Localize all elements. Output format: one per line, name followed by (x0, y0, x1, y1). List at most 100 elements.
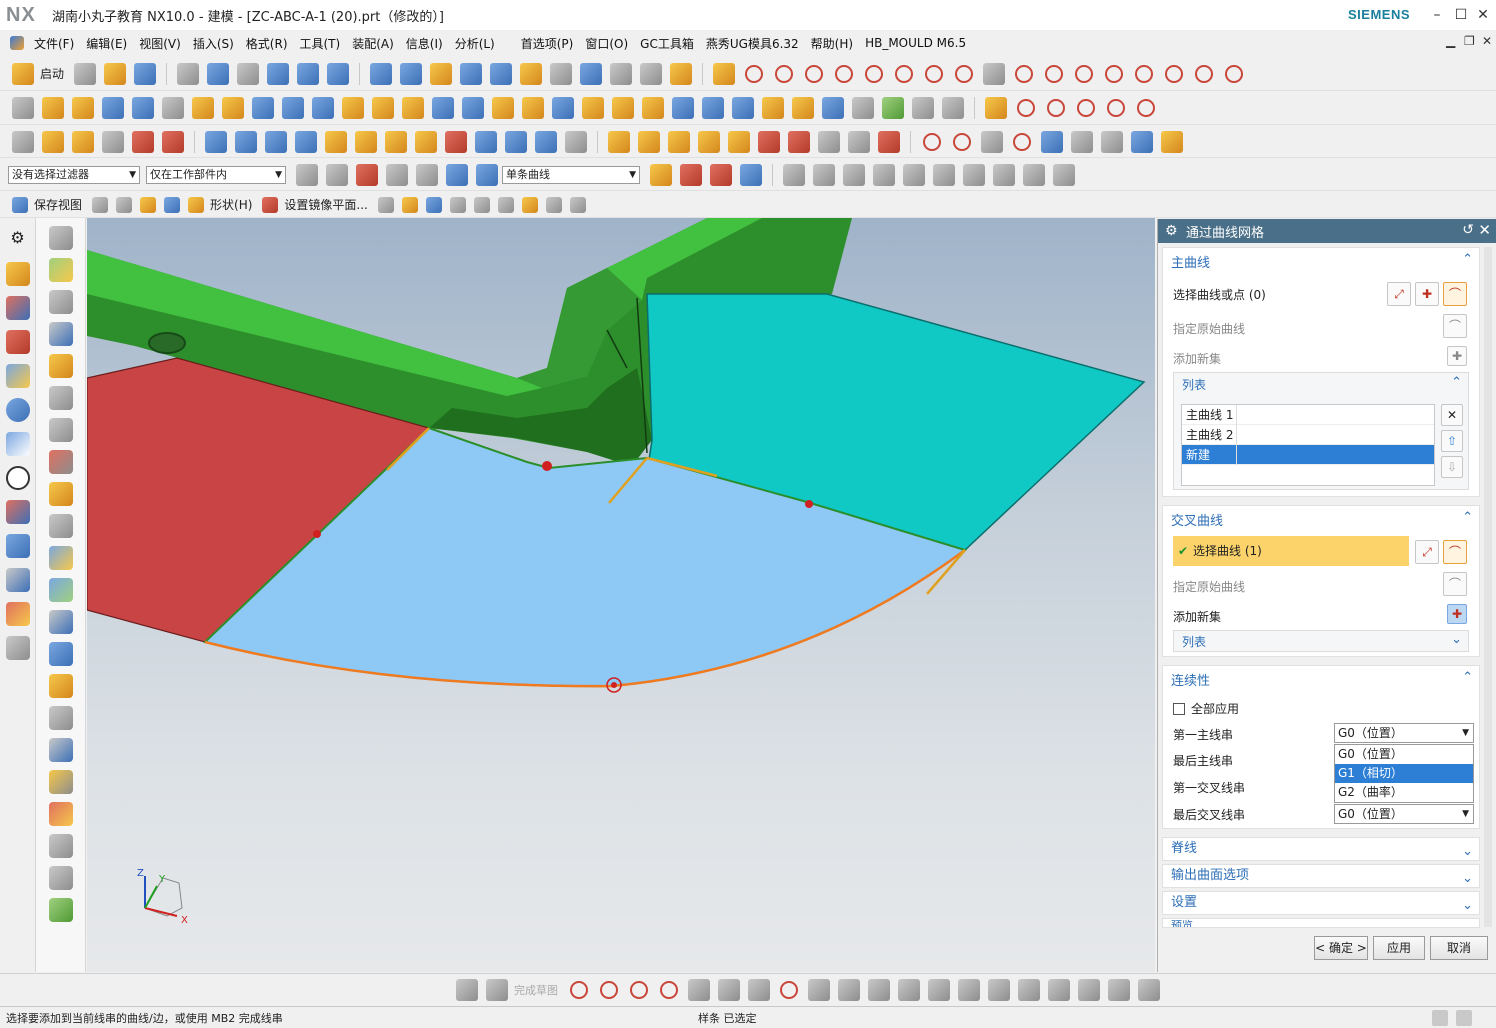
pan-icon[interactable] (430, 62, 453, 85)
snap-control-icon[interactable] (843, 163, 865, 186)
select-mode-icon[interactable] (356, 163, 378, 186)
web-browser-icon[interactable] (5, 432, 30, 456)
studio-spline-icon[interactable] (780, 980, 798, 999)
snap-quadrant-icon[interactable] (933, 163, 955, 186)
graphics-window[interactable]: X Z Y (87, 218, 1155, 972)
delete-icon[interactable] (177, 62, 200, 85)
info-icon[interactable] (5, 398, 30, 422)
mould-tool-icon[interactable] (48, 546, 73, 570)
styled-blend-icon[interactable] (638, 130, 660, 153)
view-icon[interactable] (92, 196, 109, 213)
ok-button[interactable]: < 确定 > (1314, 936, 1368, 960)
continuity-header[interactable]: 连续性 ⌃ (1163, 666, 1479, 692)
sphere-icon[interactable] (222, 97, 244, 119)
line-icon[interactable] (600, 980, 618, 999)
arc-icon[interactable] (775, 64, 794, 83)
trim-extend-icon[interactable] (818, 130, 840, 153)
show-hide-icon[interactable] (132, 130, 154, 153)
cube-icon[interactable] (282, 97, 304, 119)
part-navigator-icon[interactable] (5, 330, 30, 354)
mould-tool-icon[interactable] (48, 290, 73, 314)
curve-point[interactable] (542, 461, 552, 471)
chevron-up-icon[interactable]: ⌃ (1451, 375, 1462, 390)
cross-list-subsection[interactable]: 列表 ⌄ (1173, 630, 1469, 652)
join-curve-icon[interactable] (1077, 99, 1095, 117)
trimmed-sheet-icon[interactable] (565, 130, 587, 153)
chevron-up-icon[interactable]: ⌃ (1462, 252, 1473, 267)
pattern-icon[interactable] (372, 97, 394, 119)
chevron-down-icon[interactable]: ⌄ (1462, 895, 1473, 917)
layout-icon[interactable] (569, 196, 586, 213)
mould-tool-icon[interactable] (48, 258, 73, 282)
feature-filter-icon[interactable] (386, 163, 408, 186)
cancel-button[interactable]: 取消 (1430, 936, 1488, 960)
x-form-icon[interactable] (848, 130, 870, 153)
sketch-icon[interactable] (12, 97, 34, 119)
draft-icon[interactable] (582, 97, 604, 119)
n-sided-surface-icon[interactable] (355, 130, 377, 153)
hole-feature[interactable] (148, 332, 186, 354)
sketch-icon[interactable] (456, 978, 478, 1001)
menu-tools[interactable]: 工具(T) (294, 35, 347, 52)
curve-point[interactable] (805, 500, 813, 508)
menu-preferences[interactable]: 首选项(P) (515, 35, 580, 52)
model-view[interactable]: X Z Y (87, 218, 1155, 972)
polyline-icon[interactable] (1013, 132, 1031, 151)
menu-hb-mould[interactable]: HB_MOULD M6.5 (859, 36, 972, 50)
apply-button[interactable]: 应用 (1373, 936, 1425, 960)
through-curves-icon[interactable] (205, 130, 227, 153)
polygon-icon[interactable] (1195, 64, 1214, 83)
snap-midpoint-icon[interactable] (813, 163, 835, 186)
menu-yanxiu[interactable]: 燕秀UG模具6.32 (700, 35, 805, 52)
view-icon[interactable] (473, 196, 490, 213)
shape-menu[interactable]: 形状(H) (210, 196, 252, 213)
view-icon[interactable] (401, 196, 418, 213)
basic-arc-icon[interactable] (953, 132, 971, 151)
trim-icon[interactable] (868, 978, 890, 1001)
move-object-icon[interactable] (162, 130, 184, 153)
status-icon[interactable] (1432, 1010, 1448, 1026)
view-icon[interactable] (188, 196, 205, 213)
divide-curve-icon[interactable] (1047, 99, 1065, 117)
fillet-curve-icon[interactable] (1015, 64, 1034, 83)
undo-icon[interactable] (207, 62, 230, 85)
chevron-down-icon[interactable]: ⌄ (1462, 841, 1473, 863)
text-icon[interactable] (497, 196, 514, 213)
helix-icon[interactable] (1225, 64, 1244, 83)
pull-face-icon[interactable] (912, 97, 934, 119)
add-set-icon[interactable]: ✚ (1447, 604, 1467, 624)
continuity-dropdown-list[interactable]: G0（位置） G1（相切） G2（曲率） (1334, 744, 1474, 803)
circle-icon[interactable] (1135, 64, 1154, 83)
split-body-icon[interactable] (672, 97, 694, 119)
swept-icon[interactable] (295, 130, 317, 153)
view-cube-icon[interactable] (580, 62, 603, 85)
mould-tool-icon[interactable] (48, 770, 73, 794)
fit-view-icon[interactable] (370, 62, 393, 85)
constraint-navigator-icon[interactable] (5, 296, 30, 320)
arc-icon[interactable] (630, 980, 648, 999)
rectangle-icon[interactable] (981, 130, 1003, 153)
doc-close-icon[interactable]: ✕ (1482, 34, 1492, 48)
maximize-button[interactable]: ☐ (1450, 4, 1472, 26)
add-new-set-label[interactable]: 添加新集 (1173, 608, 1221, 625)
list-item[interactable]: 主曲线 2 (1182, 425, 1434, 445)
process-studio-icon[interactable] (5, 500, 30, 524)
snap-bounded-icon[interactable] (1053, 163, 1075, 186)
curve-rule-select[interactable]: 单条曲线 ▼ (502, 165, 640, 184)
menu-insert[interactable]: 插入(S) (187, 35, 240, 52)
cone-icon[interactable] (312, 97, 334, 119)
text-curve-icon[interactable] (1041, 130, 1063, 153)
open-file-icon[interactable] (104, 62, 127, 85)
close-button[interactable]: ✕ (1472, 4, 1494, 26)
snap-intersect-icon[interactable] (873, 163, 895, 186)
mould-tool-icon[interactable] (48, 578, 73, 602)
face-blend-icon[interactable] (608, 130, 630, 153)
view-icon[interactable] (545, 196, 562, 213)
project-curve-icon[interactable] (985, 97, 1007, 119)
app-menu-icon[interactable] (10, 36, 24, 50)
offset-icon[interactable] (838, 978, 860, 1001)
curve-select-icon[interactable]: ⌒ (1443, 282, 1467, 306)
rectangle-select-icon[interactable] (416, 163, 438, 186)
bridge-surface-icon[interactable] (668, 130, 690, 153)
chevron-up-icon[interactable]: ⌃ (1462, 510, 1473, 525)
